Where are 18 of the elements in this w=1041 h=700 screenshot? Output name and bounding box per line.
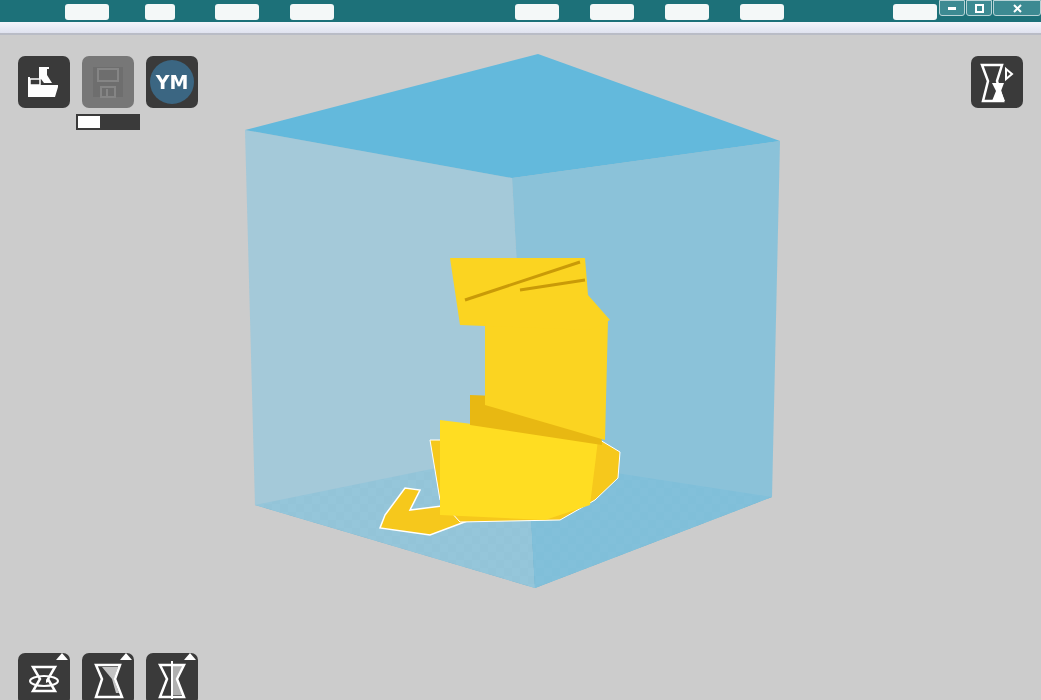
mirror-button[interactable] bbox=[146, 653, 198, 700]
minimize-icon[interactable] bbox=[948, 6, 956, 10]
close-icon[interactable] bbox=[1012, 3, 1022, 13]
taskbar-app-icon[interactable] bbox=[215, 4, 259, 20]
taskbar-app-icon[interactable] bbox=[145, 4, 175, 20]
scale-button[interactable] bbox=[82, 653, 134, 700]
taskbar-app-icon[interactable] bbox=[893, 4, 937, 20]
load-button[interactable] bbox=[18, 56, 70, 108]
view-mode-button[interactable] bbox=[971, 56, 1023, 108]
taskbar-app-icon[interactable] bbox=[290, 4, 334, 20]
taskbar-app-icon[interactable] bbox=[740, 4, 784, 20]
account-button[interactable]: YM bbox=[146, 56, 198, 108]
rotate-button[interactable] bbox=[18, 653, 70, 700]
taskbar-app-icon[interactable] bbox=[515, 4, 559, 20]
taskbar-app-icon[interactable] bbox=[65, 4, 109, 20]
restore-icon[interactable] bbox=[974, 3, 984, 13]
taskbar-app-icon[interactable] bbox=[590, 4, 634, 20]
taskbar-app-icon[interactable] bbox=[665, 4, 709, 20]
